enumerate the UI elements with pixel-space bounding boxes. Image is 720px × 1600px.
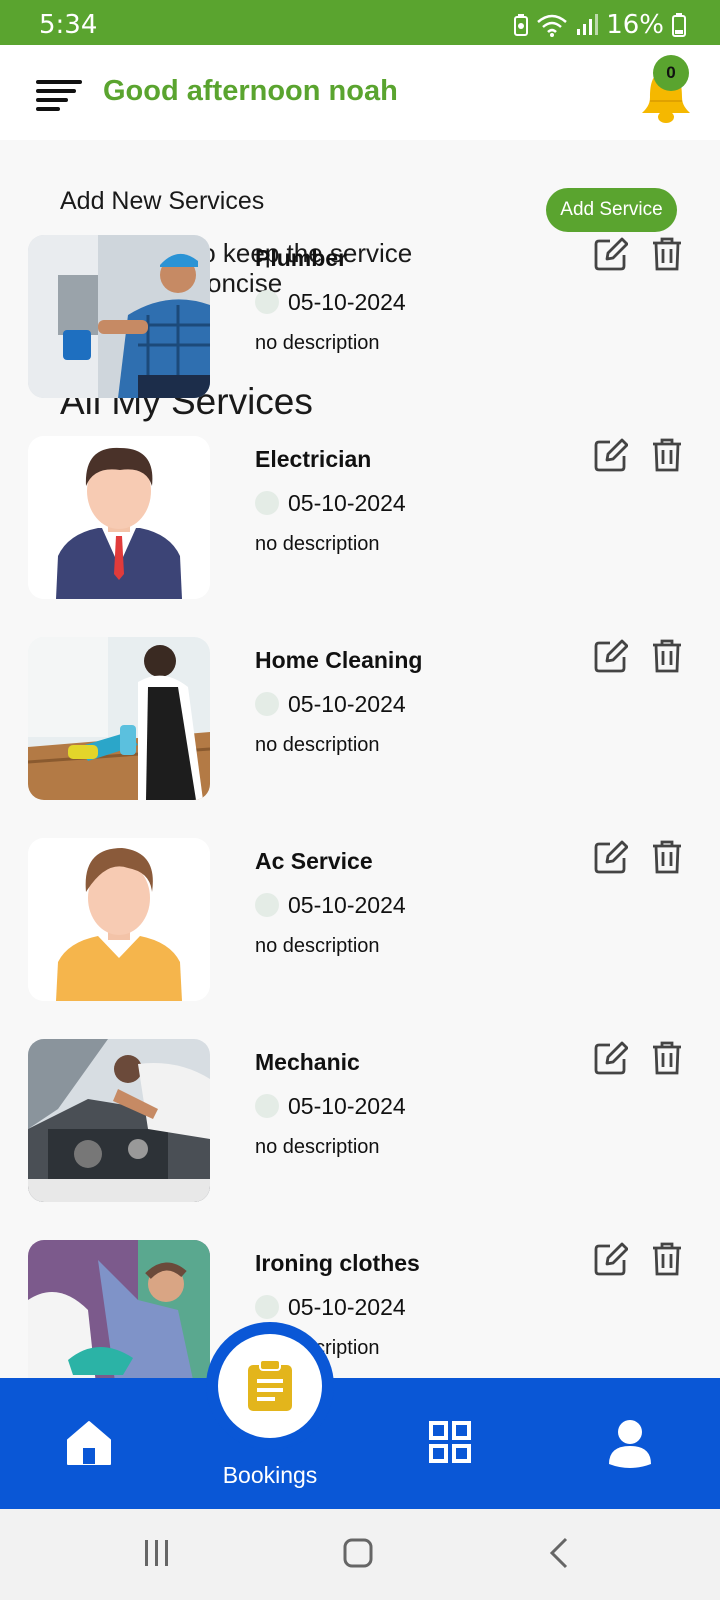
- service-image: [28, 637, 210, 800]
- service-name: Ironing clothes: [255, 1250, 420, 1276]
- status-time: 5:34: [39, 10, 98, 40]
- status-dot: [255, 893, 279, 917]
- service-name: Plumber: [255, 245, 348, 271]
- profile-icon[interactable]: [607, 1418, 653, 1468]
- delete-icon[interactable]: [652, 840, 682, 874]
- service-name: Home Cleaning: [255, 647, 423, 673]
- edit-icon[interactable]: [594, 237, 628, 271]
- service-card[interactable]: Ac Service 05-10-2024 no description: [28, 838, 688, 1003]
- home-icon[interactable]: [66, 1420, 112, 1466]
- status-dot: [255, 290, 279, 314]
- status-dot: [255, 491, 279, 515]
- notification-badge: 0: [653, 55, 689, 91]
- home-button-icon[interactable]: [343, 1537, 373, 1569]
- status-dot: [255, 1295, 279, 1319]
- service-image: [28, 1039, 210, 1202]
- bookings-icon: [248, 1359, 292, 1411]
- service-name: Ac Service: [255, 848, 373, 874]
- greeting-title: Good afternoon noah: [103, 75, 398, 107]
- edit-icon[interactable]: [594, 1041, 628, 1075]
- service-date: 05-10-2024: [288, 1093, 406, 1119]
- system-navigation-bar: [0, 1509, 720, 1600]
- status-dot: [255, 1094, 279, 1118]
- menu-icon[interactable]: [36, 79, 82, 111]
- add-service-button[interactable]: Add Service: [546, 188, 677, 232]
- service-description: no description: [255, 533, 380, 555]
- delete-icon[interactable]: [652, 1242, 682, 1276]
- service-description: no description: [255, 332, 380, 354]
- service-card[interactable]: Mechanic 05-10-2024 no description: [28, 1039, 688, 1204]
- wifi-icon: [537, 14, 568, 37]
- delete-icon[interactable]: [652, 237, 682, 271]
- service-description: no description: [255, 935, 380, 957]
- service-date: 05-10-2024: [288, 1294, 406, 1320]
- battery-icon: [672, 13, 686, 37]
- service-card[interactable]: Home Cleaning 05-10-2024 no description: [28, 637, 688, 802]
- add-services-title: Add New Services: [60, 187, 265, 215]
- delete-icon[interactable]: [652, 1041, 682, 1075]
- service-image: [28, 1240, 210, 1378]
- app-header: Good afternoon noah: [0, 45, 720, 140]
- bookings-button[interactable]: [218, 1334, 322, 1438]
- bookings-label: Bookings: [222, 1462, 318, 1488]
- service-date: 05-10-2024: [288, 490, 406, 516]
- service-name: Mechanic: [255, 1049, 360, 1075]
- service-date: 05-10-2024: [288, 289, 406, 315]
- edit-icon[interactable]: [594, 438, 628, 472]
- battery-percent: 16%: [606, 10, 664, 40]
- grid-icon[interactable]: [429, 1421, 471, 1463]
- battery-saver-icon: [514, 14, 529, 36]
- service-card[interactable]: Plumber 05-10-2024 no description: [28, 235, 688, 400]
- service-image: [28, 838, 210, 1001]
- service-name: Electrician: [255, 446, 372, 472]
- delete-icon[interactable]: [652, 639, 682, 673]
- service-description: no description: [255, 734, 380, 756]
- service-card[interactable]: Electrician 05-10-2024 no description: [28, 436, 688, 601]
- edit-icon[interactable]: [594, 1242, 628, 1276]
- service-date: 05-10-2024: [288, 691, 406, 717]
- status-bar: 5:34 16%: [0, 0, 720, 45]
- service-description: no description: [255, 1136, 380, 1158]
- status-dot: [255, 692, 279, 716]
- service-image: [28, 235, 210, 398]
- service-card[interactable]: Ironing clothes 05-10-2024 no descriptio…: [28, 1240, 688, 1378]
- edit-icon[interactable]: [594, 639, 628, 673]
- recent-apps-icon[interactable]: [142, 1538, 172, 1568]
- service-date: 05-10-2024: [288, 892, 406, 918]
- service-image: [28, 436, 210, 599]
- status-icons: 16%: [514, 10, 686, 40]
- back-icon[interactable]: [549, 1537, 569, 1569]
- edit-icon[interactable]: [594, 840, 628, 874]
- delete-icon[interactable]: [652, 438, 682, 472]
- signal-icon: [577, 14, 599, 35]
- bottom-navigation: [0, 1378, 720, 1509]
